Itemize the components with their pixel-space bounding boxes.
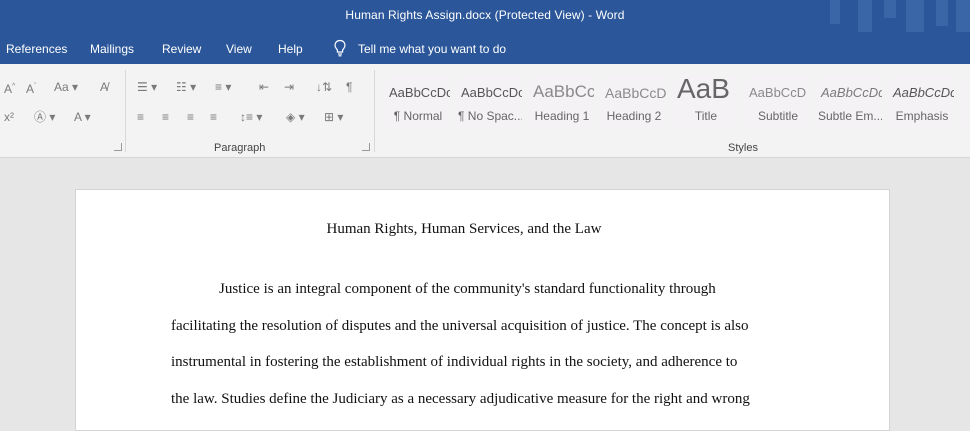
style-subtitle[interactable]: AaBbCcD Subtitle [746,76,810,128]
align-center-icon[interactable]: ≡ [162,110,169,124]
style-label: Emphasis [895,109,949,123]
tab-view[interactable]: View [226,42,252,56]
tab-help[interactable]: Help [278,42,303,56]
style-preview: AaBbCcDc [461,85,522,100]
group-separator [125,70,126,152]
window-title: Human Rights Assign.docx (Protected View… [345,8,625,22]
style-preview: AaBbCcDc [389,85,450,100]
style-label: ¶ Normal [393,109,443,123]
paragraph-line: facilitating the resolution of disputes … [171,317,749,334]
decrease-indent-icon[interactable]: ⇤ [259,80,269,94]
style-preview: AaB [677,76,730,104]
style-label: ¶ No Spac... [458,109,522,123]
styles-group-label: Styles [728,142,758,154]
style-subtle-emphasis[interactable]: AaBbCcDc Subtle Em... [818,76,882,128]
style-preview: AaBbCcD [605,85,666,101]
grow-font-icon[interactable]: A^ [4,80,15,96]
style-preview: AaBbCcDc [893,85,954,100]
borders-icon[interactable]: ⊞ ▾ [324,110,343,124]
style-preview: AaBbCcD [749,85,807,100]
style-heading-2[interactable]: AaBbCcD Heading 2 [602,76,666,128]
shading-icon[interactable]: ◈ ▾ [286,110,305,124]
multilevel-list-icon[interactable]: ≡ ▾ [215,80,231,94]
sort-icon[interactable]: ↓⇅ [316,80,332,94]
ribbon-tabs: References Mailings Review View Help Tel… [0,32,970,64]
paragraph-line: instrumental in fostering the establishm… [171,354,738,370]
clear-formatting-icon[interactable]: A̸ [100,80,108,94]
tab-review[interactable]: Review [162,42,201,56]
justify-icon[interactable]: ≡ [210,110,217,124]
tab-mailings[interactable]: Mailings [90,42,134,56]
increase-indent-icon[interactable]: ⇥ [284,80,294,94]
paragraph-line: Justice is an integral component of the … [219,281,716,297]
paragraph-line: the law. Studies define the Judiciary as… [171,390,750,407]
line-spacing-icon[interactable]: ↕≡ ▾ [240,110,262,124]
style-title[interactable]: AaB Title [674,76,738,128]
paragraph-dialog-launcher-icon[interactable] [362,143,370,151]
font-color-icon[interactable]: A ▾ [74,110,91,124]
show-marks-icon[interactable]: ¶ [346,80,352,94]
align-left-icon[interactable]: ≡ [137,110,144,124]
shrink-font-icon[interactable]: Aˇ [26,80,36,96]
lightbulb-icon[interactable] [333,39,347,57]
style-label: Subtitle [757,109,799,123]
title-bar: Human Rights Assign.docx (Protected View… [0,0,970,32]
document-title: Human Rights, Human Services, and the La… [326,221,602,237]
document-paragraph: Justice is an integral component of the … [171,271,811,417]
change-case-icon[interactable]: Aa ▾ [54,80,78,94]
font-dialog-launcher-icon[interactable] [114,143,122,151]
style-emphasis[interactable]: AaBbCcDc Emphasis [890,76,954,128]
text-effects-icon[interactable]: Ⓐ ▾ [34,110,55,124]
ribbon: A^ Aˇ Aa ▾ A̸ x² Ⓐ ▾ A ▾ ☰ ▾ ☷ ▾ ≡ ▾ ⇤ ⇥… [0,64,970,158]
style-label: Heading 1 [534,109,590,123]
style-label: Title [694,109,718,123]
document-page[interactable]: Human Rights, Human Services, and the La… [75,189,890,431]
numbering-icon[interactable]: ☷ ▾ [176,80,196,94]
style-heading-1[interactable]: AaBbCc Heading 1 [530,76,594,128]
style-preview: AaBbCcDc [821,85,882,100]
bullets-icon[interactable]: ☰ ▾ [137,80,157,94]
style-preview: AaBbCc [533,82,594,101]
group-separator [374,70,375,152]
paragraph-group-label: Paragraph [214,142,266,154]
style-label: Heading 2 [606,109,662,123]
style-normal[interactable]: AaBbCcDc ¶ Normal [386,76,450,128]
align-right-icon[interactable]: ≡ [187,110,194,124]
tell-me-search[interactable]: Tell me what you want to do [358,42,506,56]
style-label: Subtle Em... [818,109,882,123]
style-more[interactable] [962,76,970,128]
tab-references[interactable]: References [6,42,67,56]
superscript-icon[interactable]: x² [4,110,14,124]
style-no-spacing[interactable]: AaBbCcDc ¶ No Spac... [458,76,522,128]
